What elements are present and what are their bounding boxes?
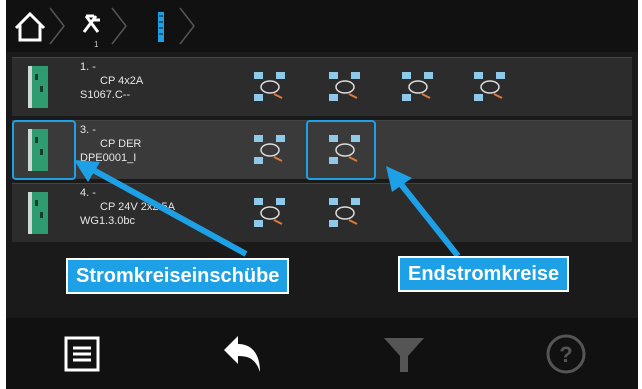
menu-icon[interactable] [58, 330, 106, 378]
home-icon [14, 7, 65, 45]
final-circuit-icon[interactable] [472, 70, 508, 104]
breadcrumb-sub: 1 [94, 40, 99, 49]
card-slot-icon [158, 7, 195, 45]
row-name: CP 4x2A [100, 75, 144, 87]
breadcrumb-card[interactable] [130, 6, 210, 46]
card-highlight [12, 120, 76, 180]
label-endstromkreise: Endstromkreise [398, 256, 570, 292]
final-circuit-icon[interactable] [252, 196, 288, 230]
row-text: 1. - CP 4x2A S1067.C-- [80, 60, 143, 102]
final-circuit-icon[interactable] [327, 70, 363, 104]
label-stromkreiseinschuebe: Stromkreiseinschübe [66, 258, 290, 294]
row-name: CP 24V 2x2.5A [100, 201, 176, 213]
help-icon[interactable]: ? [542, 330, 590, 378]
screen: 1 1. - CP 4x2A S1067.C-- 3. - CP DER DPE… [6, 0, 638, 389]
final-circuit-icon[interactable] [252, 70, 288, 104]
svg-text:?: ? [559, 342, 572, 367]
circuit-card-icon [28, 66, 48, 108]
row-number: 1. - [80, 61, 96, 73]
row-code: DPE0001_I [80, 152, 137, 164]
breadcrumb-power[interactable]: 1 [66, 6, 130, 49]
breadcrumb: 1 [6, 0, 638, 52]
row-text: 3. - CP DER DPE0001_I [80, 123, 141, 165]
circuit-highlight [306, 120, 376, 180]
back-icon[interactable] [218, 330, 266, 378]
list-item[interactable]: 1. - CP 4x2A S1067.C-- [12, 57, 632, 116]
final-circuit-icon[interactable] [400, 70, 436, 104]
bottom-toolbar: ? [6, 318, 638, 389]
final-circuit-icon[interactable] [252, 133, 288, 167]
circuit-card-icon [28, 192, 48, 234]
list-item[interactable]: 4. - CP 24V 2x2.5A WG1.3.0bc [12, 183, 632, 242]
row-code: WG1.3.0bc [80, 215, 136, 227]
final-circuit-icon[interactable] [327, 196, 363, 230]
row-number: 4. - [80, 187, 96, 199]
filter-icon[interactable] [380, 330, 428, 378]
row-number: 3. - [80, 124, 96, 136]
row-text: 4. - CP 24V 2x2.5A WG1.3.0bc [80, 186, 175, 228]
row-code: S1067.C-- [80, 89, 131, 101]
breadcrumb-home[interactable] [10, 6, 70, 46]
row-name: CP DER [100, 138, 142, 150]
